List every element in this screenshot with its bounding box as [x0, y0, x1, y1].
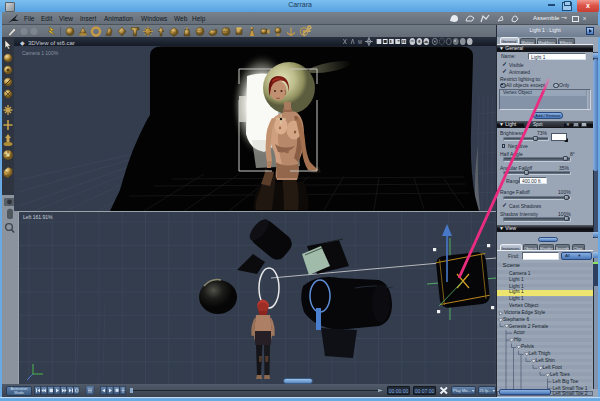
svg-text:M: M	[358, 38, 362, 45]
